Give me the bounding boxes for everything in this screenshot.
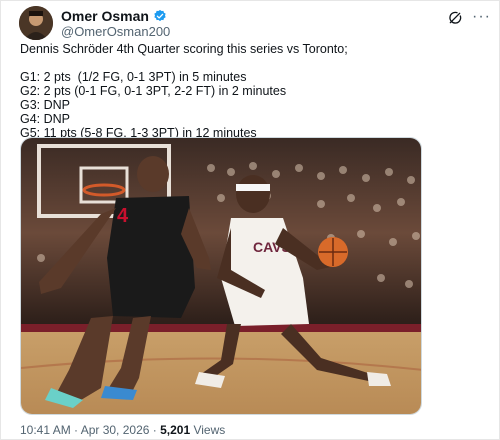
tweet-line: G4: DNP <box>20 112 71 126</box>
tweet-line: Dennis Schröder 4th Quarter scoring this… <box>20 42 348 56</box>
views-count: 5,201 <box>160 423 191 437</box>
author-handle[interactable]: @OmerOsman200 <box>61 24 170 39</box>
timestamp[interactable]: 10:41 AM · Apr 30, 2026 · <box>20 423 160 437</box>
views-label: Views <box>190 423 226 437</box>
tweet-line: G2: 2 pts (0-1 FG, 0-1 3PT, 2-2 FT) in 2… <box>20 84 287 98</box>
grok-icon[interactable] <box>447 10 463 26</box>
left-jersey-number: 4 <box>117 205 129 227</box>
verified-badge-icon <box>154 9 166 22</box>
more-icon[interactable]: ··· <box>472 8 491 26</box>
tweet-text: Dennis Schröder 4th Quarter scoring this… <box>20 42 480 140</box>
tweet-line-gap <box>20 56 480 70</box>
author-display-name[interactable]: Omer Osman <box>61 8 149 24</box>
tweet-media-photo[interactable]: 4 CAVS <box>20 137 422 415</box>
tweet-line: G3: DNP <box>20 98 71 112</box>
avatar[interactable] <box>19 6 53 40</box>
tweet-card[interactable]: Omer Osman @OmerOsman200 ··· Dennis Schr… <box>0 0 500 440</box>
author-name-row[interactable]: Omer Osman <box>61 8 167 24</box>
tweet-line: G1: 2 pts (1/2 FG, 0-1 3PT) in 5 minutes <box>20 70 247 84</box>
avatar-image <box>19 6 53 40</box>
basketball-photo: 4 CAVS <box>21 138 421 414</box>
tweet-meta: 10:41 AM · Apr 30, 2026 · 5,201 Views <box>20 423 225 437</box>
